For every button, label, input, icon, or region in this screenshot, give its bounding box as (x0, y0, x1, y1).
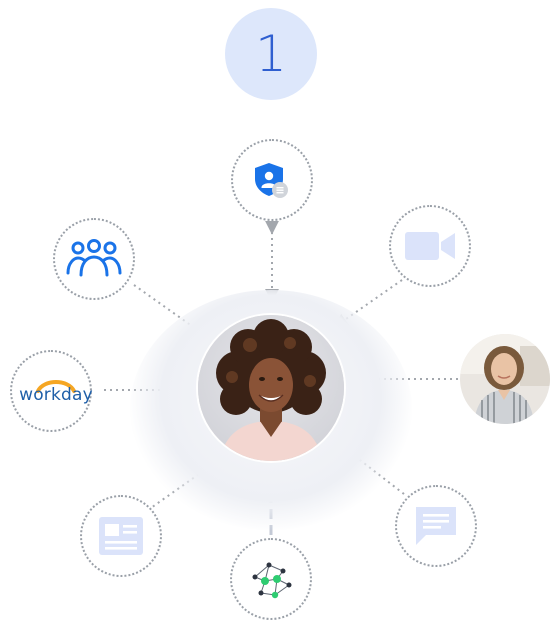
chat-message-icon (416, 507, 456, 545)
article-icon (99, 517, 143, 555)
node-security (231, 139, 313, 221)
person-photo (198, 315, 344, 461)
node-knowledge-graph (230, 538, 312, 620)
integration-hub-diagram: 1 workday (0, 0, 550, 621)
node-workday: workday (10, 350, 93, 432)
workday-logo: workday (12, 371, 93, 411)
center-person-photo (198, 315, 344, 461)
shield-user-icon (255, 163, 288, 198)
step-number: 1 (255, 25, 287, 83)
node-chat (395, 485, 477, 567)
node-video (389, 205, 471, 287)
workday-wordmark: workday (19, 385, 93, 405)
employee-photo (460, 334, 550, 424)
node-employee-photo (460, 334, 550, 424)
people-group-icon (66, 239, 122, 277)
video-camera-icon (405, 232, 455, 260)
node-team (53, 218, 135, 300)
node-article (80, 495, 162, 577)
step-number-badge: 1 (225, 8, 317, 100)
knowledge-graph-icon (252, 562, 292, 599)
